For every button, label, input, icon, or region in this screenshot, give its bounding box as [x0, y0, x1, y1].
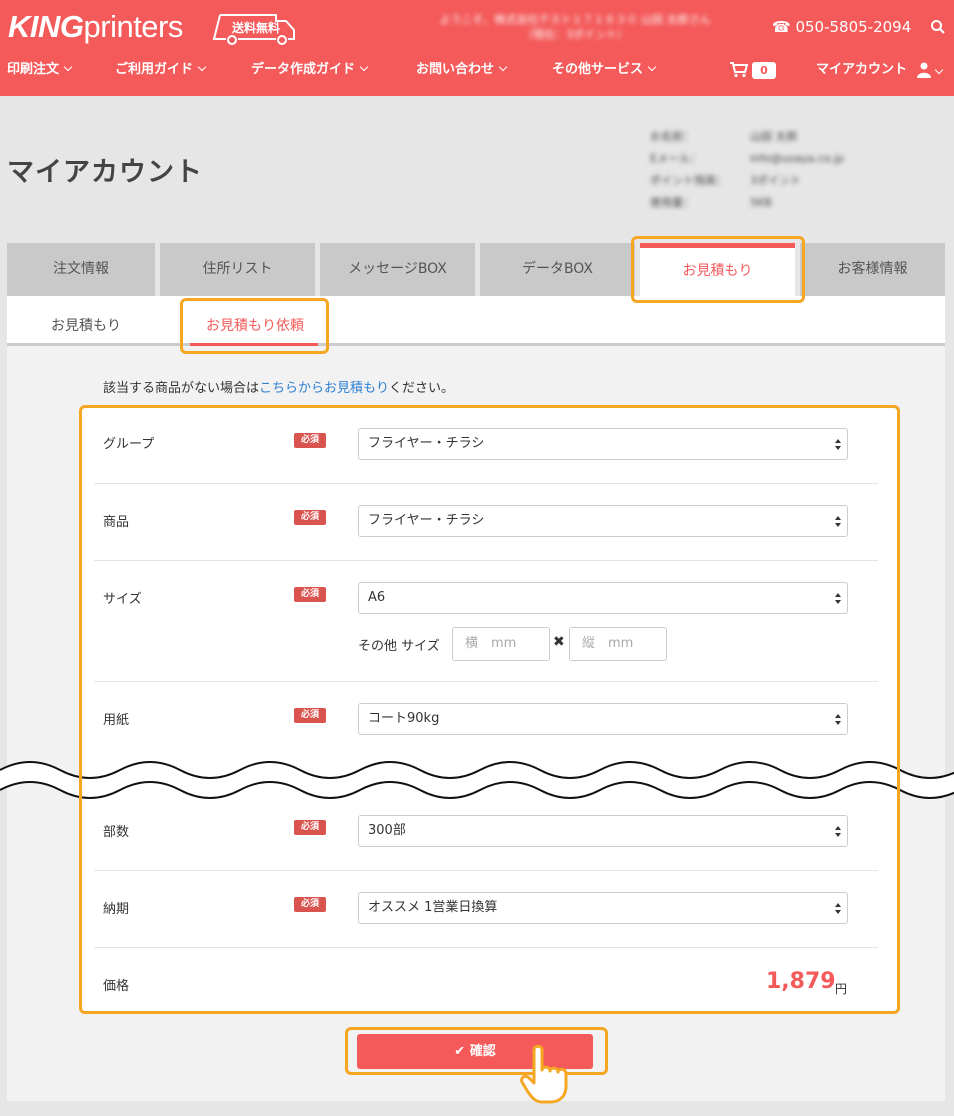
page-title: マイアカウント	[7, 157, 203, 188]
notice-after: ください。	[389, 381, 455, 396]
user-icon[interactable]	[917, 62, 931, 78]
tab-address-list[interactable]: 住所リスト	[160, 243, 315, 296]
info-row: Eメール： info@usaya.co.jp	[650, 148, 890, 170]
sub-navigation	[7, 296, 945, 346]
info-value: info@usaya.co.jp	[750, 152, 844, 165]
subtab-estimates[interactable]: お見積もり	[51, 315, 121, 335]
logo-king: KING	[8, 9, 84, 44]
nav-other-services[interactable]: その他サービス	[552, 61, 657, 79]
tab-message-box[interactable]: メッセージBOX	[320, 243, 475, 296]
info-value: 3ポイント	[750, 174, 801, 187]
nav-label: その他サービス	[552, 62, 644, 77]
nav-label: お問い合わせ	[416, 62, 495, 77]
chevron-down-icon	[197, 62, 207, 72]
highlight-frame-tab	[631, 236, 805, 303]
chevron-down-icon	[498, 62, 508, 72]
phone-number-text: 050-5805-2094	[795, 18, 912, 36]
welcome-line-2: （現在：3ポイント）	[522, 28, 628, 41]
nav-contact[interactable]: お問い合わせ	[416, 61, 508, 79]
phone-number[interactable]: ☎ 050-5805-2094	[772, 17, 911, 37]
highlight-frame-subtab	[180, 298, 329, 354]
site-header: KINGprinters 送料無料 ようこそ、株式会社テスト１７１６３０ 山田 …	[0, 0, 954, 96]
nav-label: マイアカウント	[816, 62, 908, 77]
account-info: お名前： 山田 太郎 Eメール： info@usaya.co.jp ポイント残高： 3…	[650, 126, 890, 214]
info-row: ポイント残高： 3ポイント	[650, 170, 890, 192]
cart-count-badge: 0	[752, 62, 776, 79]
info-label: ポイント残高：	[650, 174, 727, 187]
search-icon[interactable]	[930, 19, 946, 35]
site-logo[interactable]: KINGprinters	[8, 10, 183, 44]
chevron-down-icon	[647, 62, 657, 72]
info-value: 山田 太郎	[750, 130, 798, 143]
nav-my-account[interactable]: マイアカウント	[816, 61, 907, 79]
chevron-down-icon	[934, 65, 944, 75]
notice-text: 該当する商品がない場合はこちらからお見積もりください。	[103, 377, 454, 396]
nav-label: 印刷注文	[7, 62, 60, 77]
info-label: お名前：	[650, 130, 694, 143]
chevron-down-icon	[63, 62, 73, 72]
info-label: Eメール：	[650, 152, 701, 165]
info-label: 使用量：	[650, 196, 694, 209]
nav-print-order[interactable]: 印刷注文	[7, 61, 73, 79]
welcome-message: ようこそ、株式会社テスト１７１６３０ 山田 太郎さん （現在：3ポイント）	[400, 12, 750, 42]
custom-estimate-link[interactable]: こちらからお見積もり	[259, 381, 389, 396]
free-shipping-label: 送料無料	[232, 21, 281, 35]
info-value: 5KB	[750, 196, 772, 209]
nav-data-guide[interactable]: データ作成ガイド	[251, 61, 369, 79]
notice-before: 該当する商品がない場合は	[103, 381, 260, 396]
pointer-hand-icon	[520, 1044, 568, 1104]
tab-order-info[interactable]: 注文情報	[7, 243, 155, 296]
nav-guide[interactable]: ご利用ガイド	[115, 61, 207, 79]
tab-data-box[interactable]: データBOX	[480, 243, 635, 296]
nav-label: ご利用ガイド	[115, 62, 194, 77]
tab-customer-info[interactable]: お客様情報	[800, 243, 945, 296]
highlight-frame-form	[79, 405, 900, 1014]
chevron-down-icon	[359, 62, 369, 72]
cart-icon[interactable]	[730, 62, 748, 78]
welcome-line-1: ようこそ、株式会社テスト１７１６３０ 山田 太郎さん	[439, 13, 711, 26]
nav-label: データ作成ガイド	[251, 62, 356, 77]
info-row: 使用量： 5KB	[650, 192, 890, 214]
info-row: お名前： 山田 太郎	[650, 126, 890, 148]
logo-printers: printers	[83, 9, 184, 44]
